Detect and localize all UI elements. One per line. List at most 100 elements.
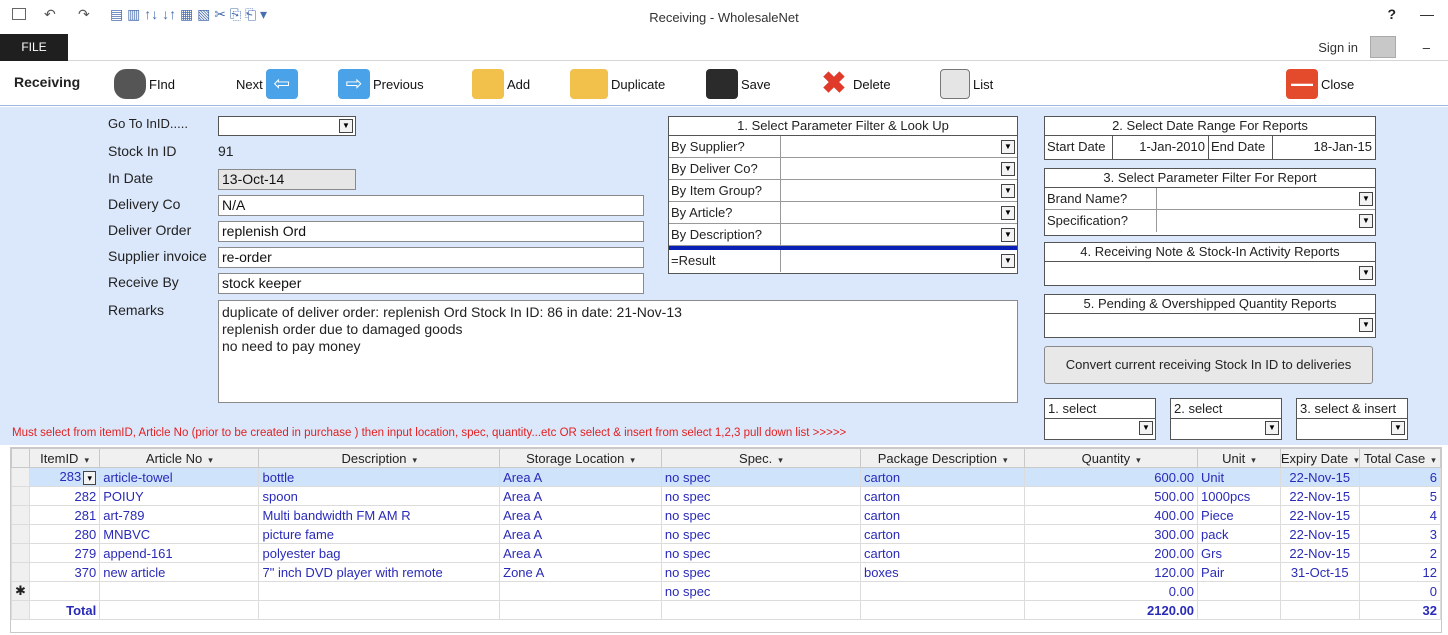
delete-button[interactable]: ✖ Delete: [818, 62, 890, 106]
table-cell[interactable]: pack: [1197, 524, 1281, 544]
find-button[interactable]: FInd: [114, 62, 175, 106]
table-cell[interactable]: carton: [859, 505, 1026, 525]
goto-select[interactable]: ▼: [218, 116, 356, 136]
table-cell[interactable]: 281: [28, 505, 101, 525]
chevron-down-icon[interactable]: ▼: [1001, 162, 1015, 176]
supplier-invoice-field[interactable]: re-order: [218, 247, 644, 268]
row-selector[interactable]: ✱: [11, 581, 30, 601]
chevron-down-icon[interactable]: ▼: [1139, 421, 1153, 435]
filter-row-description[interactable]: By Description? ▼: [669, 224, 1017, 246]
table-cell[interactable]: carton: [859, 467, 1026, 487]
table-cell[interactable]: 1000pcs: [1197, 486, 1281, 506]
table-cell[interactable]: 0: [1358, 581, 1442, 601]
close-button[interactable]: — Close: [1286, 62, 1354, 106]
report-filter-brand[interactable]: Brand Name? ▼: [1045, 188, 1375, 210]
filter-result-row[interactable]: =Result ▼: [669, 250, 1017, 272]
table-cell[interactable]: Area A: [499, 505, 662, 525]
table-cell[interactable]: 280: [28, 524, 101, 544]
previous-button[interactable]: ⇨ Previous: [338, 62, 424, 106]
table-cell[interactable]: art-789: [99, 505, 260, 525]
sort-icon[interactable]: ▾: [778, 455, 783, 465]
col-header-spec[interactable]: Spec. ▾: [660, 448, 861, 468]
table-cell[interactable]: 3: [1358, 524, 1442, 544]
table-cell[interactable]: no spec: [660, 543, 861, 563]
sort-icon[interactable]: ▾: [1251, 455, 1256, 465]
table-cell[interactable]: carton: [859, 524, 1026, 544]
chevron-down-icon[interactable]: ▼: [1001, 184, 1015, 198]
add-button[interactable]: Add: [472, 62, 530, 106]
table-cell[interactable]: 370: [28, 562, 101, 582]
duplicate-button[interactable]: Duplicate: [570, 62, 665, 106]
report-filter-spec[interactable]: Specification? ▼: [1045, 210, 1375, 232]
table-cell[interactable]: 282: [28, 486, 101, 506]
end-date-field[interactable]: 18-Jan-15: [1273, 136, 1375, 159]
start-date-field[interactable]: 1-Jan-2010: [1113, 136, 1209, 159]
table-cell[interactable]: 279: [28, 543, 101, 563]
table-cell[interactable]: no spec: [660, 562, 861, 582]
avatar[interactable]: [1370, 36, 1396, 58]
save-button[interactable]: Save: [706, 62, 771, 106]
deliver-order-field[interactable]: replenish Ord: [218, 221, 644, 242]
table-cell[interactable]: carton: [859, 543, 1026, 563]
delivery-co-field[interactable]: N/A: [218, 195, 644, 216]
table-row[interactable]: ✱ no spec 0.00 0: [11, 581, 1442, 601]
col-header-unit[interactable]: Unit ▾: [1197, 448, 1281, 468]
chevron-down-icon[interactable]: ▼: [1001, 254, 1015, 268]
table-cell[interactable]: no spec: [660, 581, 861, 601]
table-cell[interactable]: [1279, 581, 1360, 601]
chevron-down-icon[interactable]: ▼: [1001, 206, 1015, 220]
table-cell[interactable]: 22-Nov-15: [1279, 467, 1360, 487]
filter-row-item-group[interactable]: By Item Group? ▼: [669, 180, 1017, 202]
sort-icon[interactable]: ▾: [630, 455, 635, 465]
table-cell[interactable]: Area A: [499, 524, 662, 544]
pending-reports-select[interactable]: ▼: [1045, 314, 1375, 337]
help-icon[interactable]: ?: [1387, 6, 1396, 22]
table-cell[interactable]: [28, 581, 101, 601]
table-cell[interactable]: 300.00: [1024, 524, 1199, 544]
table-cell[interactable]: 22-Nov-15: [1279, 505, 1360, 525]
filter-row-deliver-co[interactable]: By Deliver Co? ▼: [669, 158, 1017, 180]
table-cell[interactable]: no spec: [660, 467, 861, 487]
row-selector[interactable]: [11, 505, 30, 525]
table-cell[interactable]: no spec: [660, 505, 861, 525]
sort-icon[interactable]: ▾: [1136, 455, 1141, 465]
table-cell[interactable]: Area A: [499, 543, 662, 563]
col-header-quantity[interactable]: Quantity ▾: [1024, 448, 1199, 468]
table-cell[interactable]: bottle: [258, 467, 501, 487]
chevron-down-icon[interactable]: ▼: [1391, 421, 1405, 435]
table-cell[interactable]: Zone A: [499, 562, 662, 582]
table-cell[interactable]: [1197, 581, 1281, 601]
sort-icon[interactable]: ▾: [84, 455, 89, 465]
filter-row-article[interactable]: By Article? ▼: [669, 202, 1017, 224]
table-cell[interactable]: MNBVC: [99, 524, 260, 544]
table-cell[interactable]: 4: [1358, 505, 1442, 525]
table-cell[interactable]: spoon: [258, 486, 501, 506]
table-row[interactable]: 279 append-161 polyester bag Area Ano spec c…: [11, 543, 1442, 563]
table-cell[interactable]: article-towel: [99, 467, 260, 487]
select-2-dropdown[interactable]: ▼: [1171, 419, 1281, 439]
chevron-down-icon[interactable]: ▼: [1001, 140, 1015, 154]
sort-icon[interactable]: ▾: [1431, 455, 1436, 465]
col-header-package-description[interactable]: Package Description ▾: [859, 448, 1026, 468]
select-3-dropdown[interactable]: ▼: [1297, 419, 1407, 439]
table-cell[interactable]: 5: [1358, 486, 1442, 506]
receive-by-field[interactable]: stock keeper: [218, 273, 644, 294]
table-cell[interactable]: 600.00: [1024, 467, 1199, 487]
chevron-down-icon[interactable]: ▼: [1359, 192, 1373, 206]
sign-in-link[interactable]: Sign in: [1318, 40, 1358, 55]
table-cell[interactable]: no spec: [660, 486, 861, 506]
table-cell[interactable]: carton: [859, 486, 1026, 506]
table-row[interactable]: 281 art-789 Multi bandwidth FM AM R Area An…: [11, 505, 1442, 525]
col-header-storage-location[interactable]: Storage Location ▾: [499, 448, 662, 468]
table-cell[interactable]: 500.00: [1024, 486, 1199, 506]
chevron-down-icon[interactable]: ▼: [339, 119, 353, 133]
chevron-down-icon[interactable]: ▼: [1359, 214, 1373, 228]
col-header-article-no[interactable]: Article No ▾: [99, 448, 260, 468]
row-selector[interactable]: [11, 543, 30, 563]
minimize-icon[interactable]: —: [1420, 6, 1434, 22]
table-cell[interactable]: polyester bag: [258, 543, 501, 563]
table-cell[interactable]: 6: [1358, 467, 1442, 487]
remarks-textarea[interactable]: duplicate of deliver order: replenish Or…: [218, 300, 1018, 403]
chevron-down-icon[interactable]: ▾: [83, 471, 97, 485]
table-cell[interactable]: 31-Oct-15: [1279, 562, 1360, 582]
